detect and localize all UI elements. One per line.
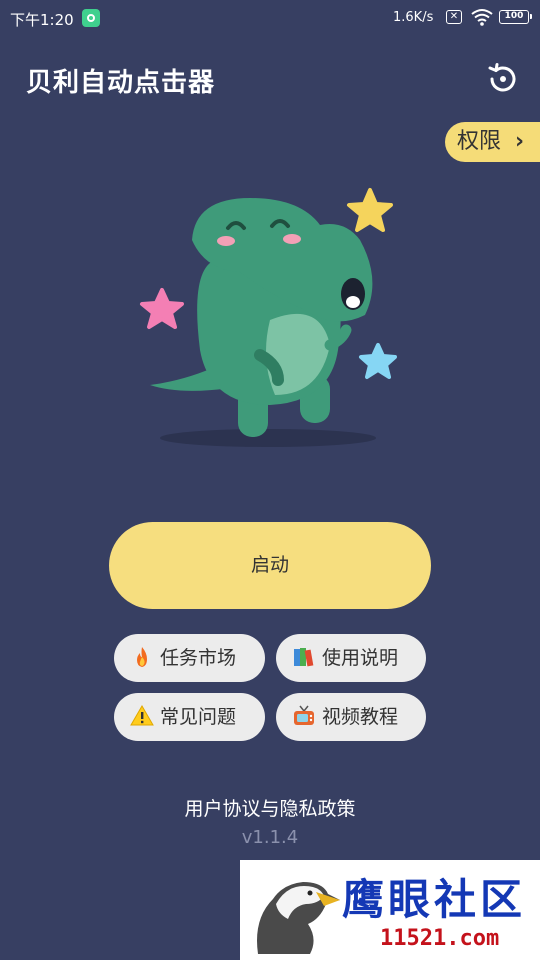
task-market-label: 任务市场: [160, 647, 237, 669]
start-button[interactable]: 启动: [109, 522, 431, 609]
network-speed: 1.6K/s: [393, 10, 434, 25]
watermark-title: 鹰眼社区: [342, 875, 527, 924]
tv-icon: [294, 705, 314, 725]
eagle-logo-icon: [257, 882, 340, 954]
version-label: v1.1.4: [241, 827, 299, 848]
status-bar: 下午1:20 1.6K/s ✕ 100: [0, 0, 540, 36]
watermark-url: 11521.com: [380, 926, 500, 951]
books-icon: [294, 647, 314, 666]
video-tutorial-label: 视频教程: [322, 706, 399, 728]
task-market-button[interactable]: 任务市场: [114, 634, 265, 682]
video-tutorial-button[interactable]: 视频教程: [276, 693, 426, 741]
warning-icon: [130, 704, 154, 725]
watermark-overlay: 鹰眼社区 11521.com: [240, 860, 540, 960]
history-icon[interactable]: [486, 62, 520, 96]
fire-icon: [137, 646, 147, 667]
app-title: 贝利自动点击器: [26, 68, 216, 98]
battery-icon: 100: [499, 10, 532, 24]
privacy-policy-link[interactable]: 用户协议与隐私政策: [0, 794, 540, 821]
dinosaur-illustration: [140, 188, 397, 447]
user-guide-label: 使用说明: [322, 647, 399, 669]
user-guide-button[interactable]: 使用说明: [276, 634, 426, 682]
permission-tab[interactable]: 权限 ›: [445, 122, 540, 162]
status-time: 下午1:20: [10, 11, 74, 29]
permission-label: 权限: [457, 129, 502, 154]
wifi-icon: [471, 9, 493, 26]
notification-app-icon: [82, 9, 100, 27]
no-sim-icon: ✕: [446, 10, 462, 24]
chevron-right-icon: ›: [515, 129, 525, 154]
faq-label: 常见问题: [160, 706, 237, 728]
faq-button[interactable]: 常见问题: [114, 693, 265, 741]
